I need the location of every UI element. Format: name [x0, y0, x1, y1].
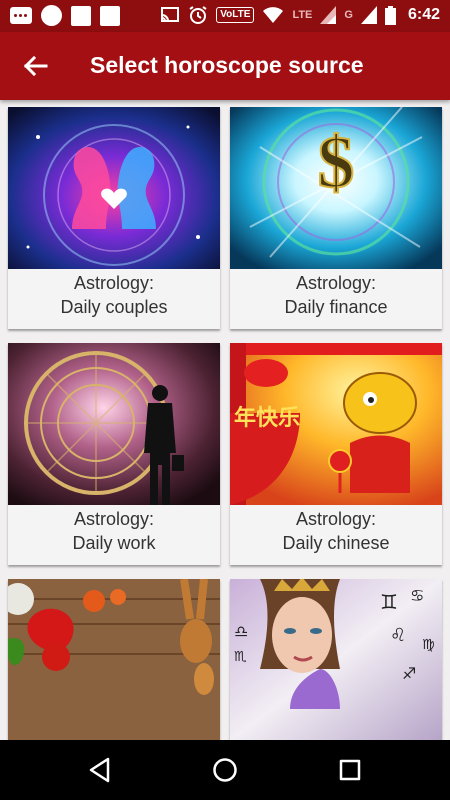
vegetables-food-image — [8, 579, 220, 740]
arrow-back-icon — [23, 55, 48, 77]
square-notification-icon — [100, 5, 120, 26]
g-label: G — [344, 9, 353, 21]
svg-text:♋: ♋ — [410, 586, 424, 605]
svg-text:♎: ♎ — [234, 622, 248, 641]
dollar-zodiac-image: $ — [230, 107, 442, 269]
card-daily-couples[interactable]: Astrology: Daily couples — [8, 107, 220, 329]
card-label: Astrology: Daily couples — [60, 273, 168, 317]
woman-zodiac-image: ♊ ♋ ♌ ♍ ♎ ♏ ♐ — [230, 579, 442, 740]
status-bar: VoLTE LTE G 6:42 — [0, 0, 450, 32]
card-zodiac-woman[interactable]: ♊ ♋ ♌ ♍ ♎ ♏ ♐ — [230, 579, 442, 740]
chinese-dragon-image: 年快乐 — [230, 343, 442, 505]
message-icon — [10, 7, 32, 24]
wifi-icon — [263, 7, 284, 23]
businessman-zodiac-image — [8, 343, 220, 505]
card-daily-chinese[interactable]: 年快乐 Astrology: Daily chinese — [230, 343, 442, 565]
home-circle-icon — [213, 758, 237, 782]
clock: 6:42 — [407, 6, 440, 23]
svg-text:年快乐: 年快乐 — [234, 405, 300, 431]
notification-icons — [10, 5, 120, 26]
cast-icon — [161, 7, 180, 22]
couple-zodiac-image — [8, 107, 220, 269]
signal-icon — [320, 6, 337, 24]
recents-square-icon — [339, 759, 361, 781]
svg-text:♌: ♌ — [390, 625, 406, 646]
app-bar: Select horoscope source — [0, 32, 450, 100]
svg-text:♏: ♏ — [234, 649, 247, 665]
horoscope-source-grid: Astrology: Daily couples $ Astrology: Da… — [0, 100, 450, 740]
card-label: Astrology: Daily chinese — [282, 509, 390, 553]
card-label: Astrology: Daily work — [72, 509, 156, 553]
circle-notification-icon — [41, 5, 62, 26]
volte-icon: VoLTE — [216, 7, 255, 23]
nav-home-button[interactable] — [211, 756, 239, 784]
svg-text:♐: ♐ — [402, 664, 416, 683]
nav-back-button[interactable] — [86, 756, 114, 784]
card-daily-finance[interactable]: $ Astrology: Daily finance — [230, 107, 442, 329]
back-button[interactable] — [18, 48, 54, 84]
svg-text:♊: ♊ — [380, 590, 398, 614]
card-food[interactable] — [8, 579, 220, 740]
nav-recents-button[interactable] — [336, 756, 364, 784]
card-daily-work[interactable]: Astrology: Daily work — [8, 343, 220, 565]
card-label: Astrology: Daily finance — [284, 273, 388, 317]
system-icons: VoLTE LTE G 6:42 — [160, 5, 440, 25]
svg-text:♍: ♍ — [422, 637, 435, 653]
alarm-icon — [189, 6, 207, 24]
page-title: Select horoscope source — [90, 52, 364, 78]
lte-label: LTE — [292, 9, 313, 21]
signal-icon — [360, 6, 377, 24]
system-navigation-bar — [0, 740, 450, 800]
svg-text:$: $ — [318, 122, 355, 204]
battery-icon — [384, 5, 396, 25]
square-notification-icon — [71, 5, 91, 26]
back-triangle-icon — [89, 757, 110, 783]
